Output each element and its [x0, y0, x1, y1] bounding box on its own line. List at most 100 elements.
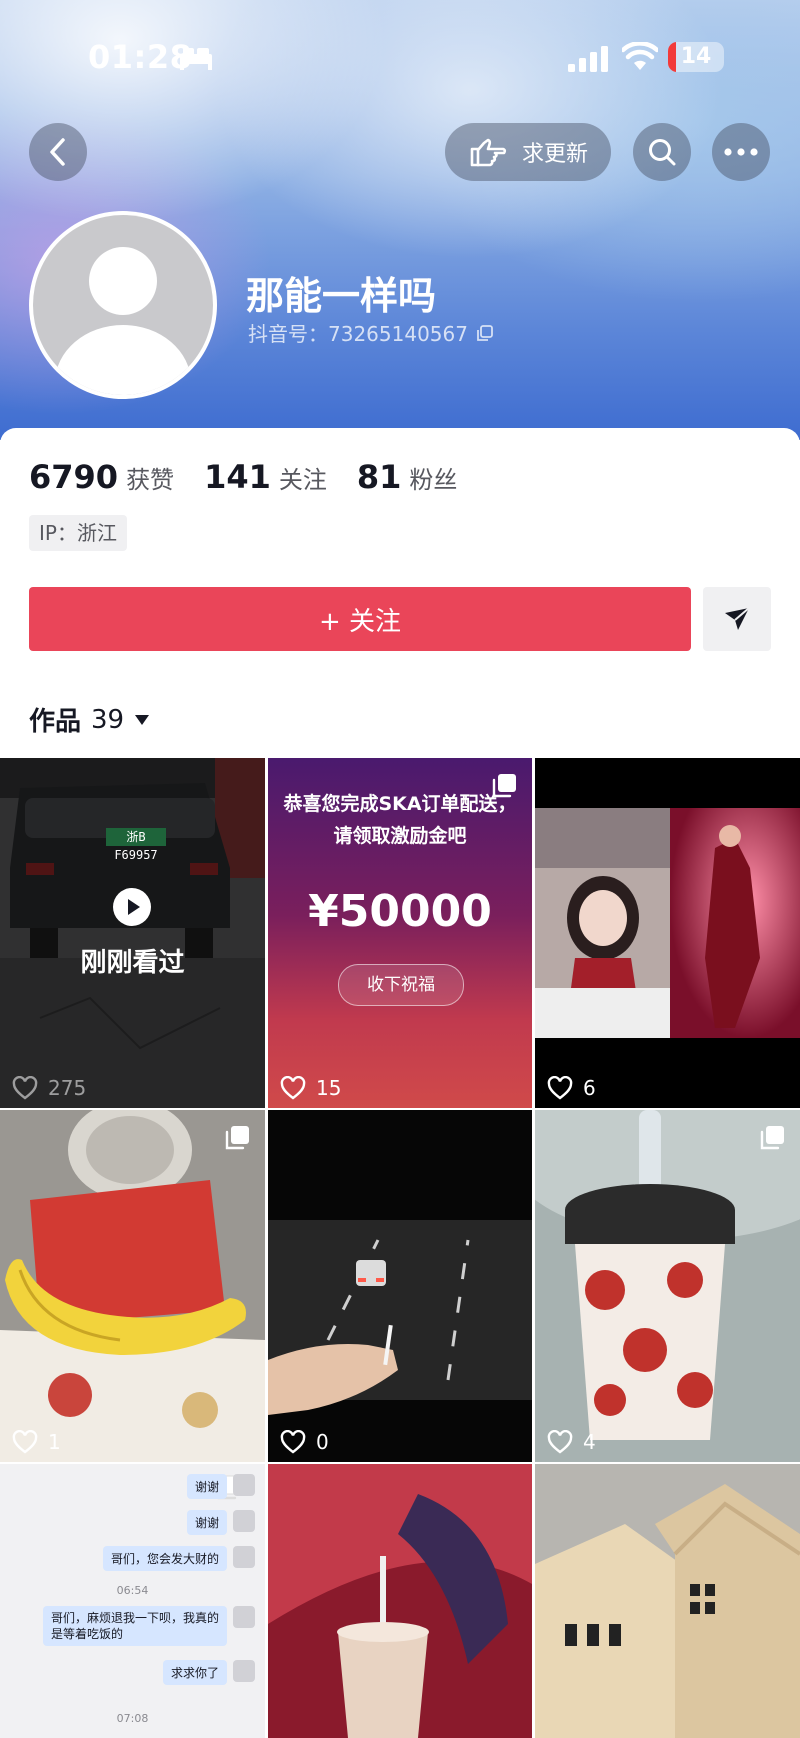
douyin-id-text: 抖音号：73265140567 — [248, 322, 468, 346]
stat-following[interactable]: 141 关注 — [204, 458, 327, 496]
ip-location-tag: IP：浙江 — [29, 515, 127, 551]
more-options-button[interactable] — [712, 123, 770, 181]
heart-icon — [280, 1430, 306, 1454]
video-tile[interactable]: 1 — [0, 1110, 265, 1462]
profile-header-background: 01:28 14 求更新 那能一样吗 抖音号：73265140567 — [0, 0, 800, 440]
video-tile[interactable]: 0 — [268, 1110, 532, 1462]
back-button[interactable] — [29, 123, 87, 181]
like-count: 275 — [12, 1076, 86, 1100]
license-plate: 浙B F69957 — [114, 830, 158, 862]
video-tile[interactable] — [268, 1464, 532, 1738]
chat-avatar — [233, 1474, 255, 1496]
drink-photo-thumbnail — [268, 1464, 532, 1738]
more-dots-icon — [724, 148, 758, 156]
heart-icon — [547, 1430, 573, 1454]
request-update-button[interactable]: 求更新 — [445, 123, 611, 181]
banana-photo-thumbnail — [0, 1110, 265, 1462]
pointing-hand-icon — [470, 138, 507, 167]
recently-viewed-label: 刚刚看过 — [80, 948, 185, 978]
avatar[interactable] — [29, 211, 217, 399]
video-tile[interactable]: 浙B F69957 刚刚看过 275 — [0, 758, 265, 1108]
performance-photo-thumbnail — [535, 808, 800, 1038]
status-bar: 01:28 14 — [0, 0, 800, 116]
stat-following-count: 141 — [204, 458, 271, 496]
video-tile[interactable]: 恭喜您完成SKA订单配送，请领取激励金吧 ¥50000 收下祝福 15 — [268, 758, 532, 1108]
like-count-value: 4 — [583, 1430, 596, 1454]
promo-headline: 恭喜您完成SKA订单配送，请领取激励金吧 — [283, 793, 517, 847]
follow-button-label: + 关注 — [318, 606, 402, 637]
profile-info-sheet: 6790 获赞 141 关注 81 粉丝 IP：浙江 + 关注 作品 39 — [0, 428, 800, 758]
like-count-value: 275 — [48, 1076, 87, 1100]
chat-timestamp: 06:54 — [116, 1584, 149, 1597]
like-count: 0 — [280, 1430, 329, 1454]
like-count-value: 6 — [583, 1076, 596, 1100]
chat-avatar — [233, 1510, 255, 1532]
follow-button[interactable]: + 关注 — [29, 587, 691, 651]
chat-bubble: 谢谢 — [186, 1510, 227, 1535]
night-road-thumbnail — [268, 1110, 532, 1462]
multi-image-icon — [492, 774, 516, 798]
chat-bubble: 哥们，麻烦退我一下呗，我真的是等着吃饭的 — [43, 1606, 227, 1646]
chat-bubble: 求求你了 — [162, 1660, 227, 1685]
paper-plane-icon — [725, 607, 750, 630]
send-message-button[interactable] — [703, 587, 771, 651]
request-update-label: 求更新 — [521, 142, 588, 167]
video-tile[interactable]: 6 — [535, 758, 800, 1108]
video-tile[interactable]: 4 — [535, 1110, 800, 1462]
chat-avatar — [233, 1606, 255, 1628]
works-grid: 浙B F69957 刚刚看过 275 恭喜您完成SKA订单配送，请领取激励金吧 … — [0, 758, 800, 1738]
play-icon — [113, 888, 151, 926]
chat-bubble: 哥们，您会发大财的 — [102, 1546, 227, 1571]
like-count-value: 0 — [316, 1430, 329, 1454]
stat-followers-label: 粉丝 — [409, 466, 458, 494]
like-count: 6 — [547, 1076, 596, 1100]
wifi-icon — [622, 42, 658, 70]
coffee-cup-thumbnail — [535, 1110, 800, 1462]
chat-timestamp: 07:08 — [116, 1712, 149, 1725]
like-count: 15 — [280, 1076, 341, 1100]
status-time: 01:28 — [88, 38, 193, 76]
battery-indicator: 14 — [668, 42, 724, 72]
works-tab-count: 39 — [91, 704, 125, 735]
like-count-value: 1 — [48, 1430, 61, 1454]
stat-followers-count: 81 — [356, 458, 402, 496]
video-tile[interactable] — [535, 1464, 800, 1738]
stat-following-label: 关注 — [278, 466, 327, 494]
douyin-id: 抖音号：73265140567 — [248, 318, 494, 347]
promo-accept-button: 收下祝福 — [338, 964, 464, 1006]
like-count: 1 — [12, 1430, 61, 1454]
heart-icon — [12, 1430, 38, 1454]
copy-icon[interactable] — [476, 324, 494, 342]
heart-icon — [12, 1076, 38, 1100]
caret-down-icon — [135, 714, 150, 725]
like-count-value: 15 — [316, 1076, 342, 1100]
profile-stats: 6790 获赞 141 关注 81 粉丝 — [29, 458, 487, 496]
battery-level: 14 — [680, 44, 712, 69]
profile-nickname: 那能一样吗 — [246, 274, 437, 318]
search-button[interactable] — [633, 123, 691, 181]
chat-avatar — [233, 1660, 255, 1682]
user-silhouette-icon — [55, 247, 191, 395]
stat-likes-label: 获赞 — [126, 466, 175, 494]
search-icon — [649, 139, 676, 166]
chat-bubble: 谢谢 — [186, 1474, 227, 1499]
heart-icon — [280, 1076, 306, 1100]
stat-followers[interactable]: 81 粉丝 — [357, 458, 458, 496]
chevron-left-icon — [50, 138, 65, 166]
stat-likes[interactable]: 6790 获赞 — [29, 458, 174, 496]
default-avatar-image — [33, 215, 213, 395]
multi-image-icon — [225, 1126, 249, 1150]
heart-icon — [547, 1076, 573, 1100]
wooden-house-thumbnail — [535, 1464, 800, 1738]
tab-works[interactable]: 作品 39 — [29, 701, 150, 738]
like-count: 4 — [547, 1430, 596, 1454]
promo-amount: ¥50000 — [308, 886, 492, 937]
car-photo-thumbnail — [0, 758, 265, 1108]
multi-image-icon — [760, 1126, 784, 1150]
chat-avatar — [233, 1546, 255, 1568]
works-tab-label: 作品 — [29, 707, 82, 737]
video-tile[interactable]: 谢谢 谢谢 哥们，您会发大财的 06:54 哥们，麻烦退我一下呗，我真的是等着吃… — [0, 1464, 265, 1738]
cellular-signal-icon — [568, 46, 608, 72]
sleep-focus-icon — [180, 48, 212, 70]
stat-likes-count: 6790 — [29, 458, 119, 496]
